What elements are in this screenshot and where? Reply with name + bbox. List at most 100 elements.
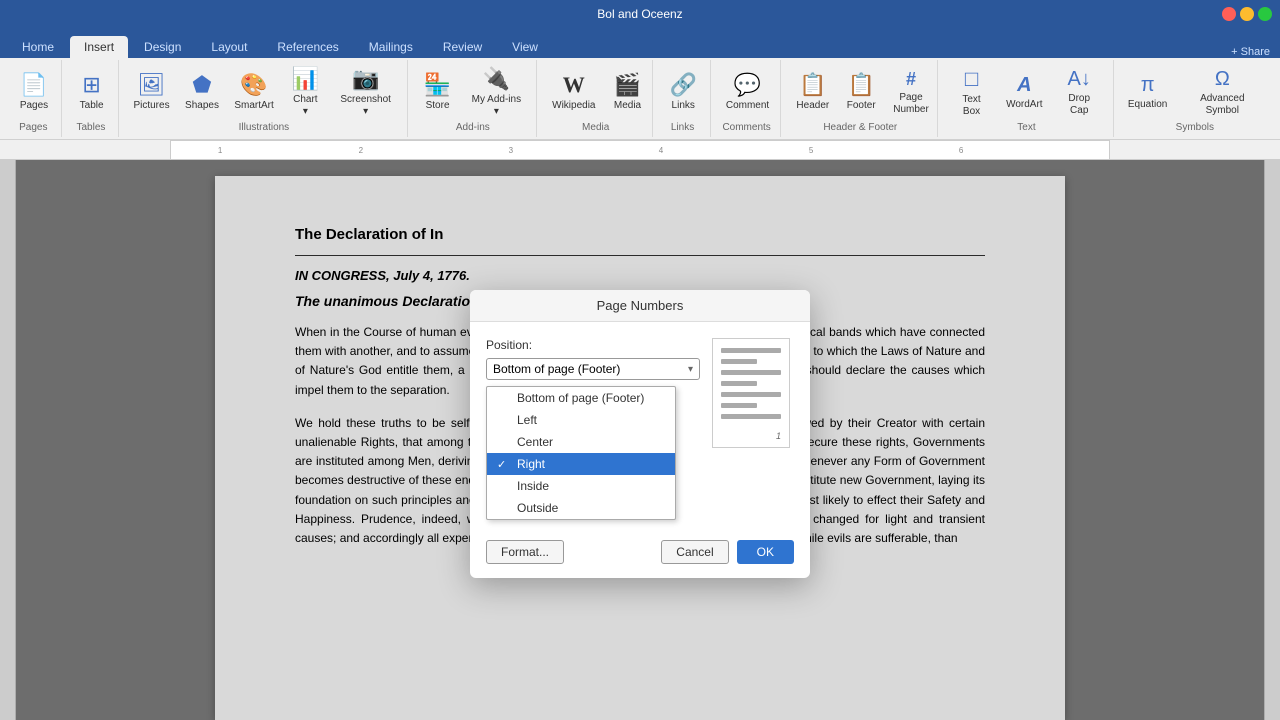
share-button[interactable]: + Share (1231, 46, 1270, 58)
header-label: Header (796, 100, 829, 112)
ribbon-group-pages: 📄 Pages Pages (6, 60, 62, 137)
chart-icon: 📊 (292, 66, 319, 92)
tab-home[interactable]: Home (8, 36, 68, 58)
dropdown-inside-label: Inside (517, 479, 549, 493)
drop-cap-icon: A↓ (1068, 68, 1091, 91)
dialog-title-bar: Page Numbers (470, 290, 810, 322)
dropdown-left-label: Left (517, 413, 537, 427)
links-group-label: Links (661, 122, 704, 135)
textbox-button[interactable]: □ Text Box (946, 62, 997, 122)
tab-insert[interactable]: Insert (70, 36, 128, 58)
media-group-label: Media (545, 122, 646, 135)
maximize-button[interactable] (1258, 7, 1272, 21)
equation-label: Equation (1128, 99, 1167, 111)
smartart-icon: 🎨 (240, 72, 267, 98)
checkmark-inside (497, 480, 511, 492)
textbox-icon: □ (965, 66, 978, 92)
header-icon: 📋 (799, 72, 826, 98)
page-number-label: PageNumber (893, 92, 929, 116)
preview-line-6 (721, 403, 757, 408)
links-button[interactable]: 🔗 Links (661, 62, 705, 122)
tables-group-label: Tables (70, 122, 113, 135)
select-arrow-icon: ▾ (688, 364, 693, 375)
format-button[interactable]: Format... (486, 540, 564, 564)
tab-references[interactable]: References (263, 36, 352, 58)
pages-button[interactable]: 📄 Pages (12, 62, 56, 122)
media-button[interactable]: 🎬 Media (605, 62, 649, 122)
dropdown-item-inside[interactable]: Inside (487, 475, 675, 497)
page-number-button[interactable]: # PageNumber (886, 62, 936, 122)
ok-button[interactable]: OK (737, 540, 794, 564)
symbol-icon: Ω (1215, 68, 1230, 91)
drop-cap-label: Drop Cap (1059, 93, 1100, 117)
checkmark-footer (497, 392, 511, 404)
ribbon-group-comments: 💬 Comment Comments (713, 60, 782, 137)
hf-group-label: Header & Footer (789, 122, 931, 135)
dialog-footer-left: Format... (486, 540, 564, 564)
pictures-button[interactable]: 🖼 Pictures (127, 62, 176, 122)
table-button[interactable]: ⊞ Table (70, 62, 114, 122)
dropdown-footer-label: Bottom of page (Footer) (517, 391, 644, 405)
comments-group-label: Comments (719, 122, 775, 135)
pictures-icon: 🖼 (138, 72, 166, 98)
symbol-button[interactable]: Ω Advanced Symbol (1177, 62, 1268, 122)
shapes-icon: ⬟ (192, 72, 211, 98)
wordart-button[interactable]: A WordArt (1000, 62, 1049, 122)
dialog-footer-right: Cancel OK (661, 540, 794, 564)
store-label: Store (426, 100, 450, 112)
tab-view[interactable]: View (498, 36, 552, 58)
ribbon-group-links: 🔗 Links Links (655, 60, 711, 137)
footer-icon: 📋 (848, 72, 875, 98)
chart-button[interactable]: 📊 Chart ▾ (283, 62, 328, 122)
ribbon-group-text: □ Text Box A WordArt A↓ Drop Cap Text (940, 60, 1113, 137)
wikipedia-icon: W (563, 72, 585, 98)
comment-label: Comment (726, 100, 769, 112)
tab-review[interactable]: Review (429, 36, 496, 58)
ribbon-group-symbols: π Equation Ω Advanced Symbol Symbols (1116, 60, 1274, 137)
store-icon: 🏪 (424, 72, 451, 98)
wikipedia-button[interactable]: W Wikipedia (545, 62, 602, 122)
illustrations-group-label: Illustrations (127, 122, 400, 135)
smartart-button[interactable]: 🎨 SmartArt (228, 62, 280, 122)
tab-design[interactable]: Design (130, 36, 195, 58)
close-button[interactable] (1222, 7, 1236, 21)
preview-line-3 (721, 370, 781, 375)
addins-group-label: Add-ins (416, 122, 531, 135)
dropdown-center-label: Center (517, 435, 553, 449)
page-numbers-dialog: Page Numbers Position: Bottom of page (F… (470, 290, 810, 578)
pages-label: Pages (20, 100, 48, 112)
cancel-button[interactable]: Cancel (661, 540, 728, 564)
store-button[interactable]: 🏪 Store (416, 62, 460, 122)
screenshot-button[interactable]: 📷 Screenshot ▾ (331, 62, 401, 122)
ribbon-group-media: W Wikipedia 🎬 Media Media (539, 60, 653, 137)
position-dropdown: Bottom of page (Footer) Left Center ✓ (486, 386, 676, 520)
tab-layout[interactable]: Layout (197, 36, 261, 58)
table-icon: ⊞ (82, 72, 100, 98)
app-title: Bol and Oceenz (597, 7, 682, 21)
dropdown-item-left[interactable]: Left (487, 409, 675, 431)
my-addins-icon: 🔌 (483, 66, 510, 92)
my-addins-button[interactable]: 🔌 My Add-ins ▾ (463, 62, 531, 122)
symbol-label: Advanced Symbol (1184, 93, 1261, 117)
minimize-button[interactable] (1240, 7, 1254, 21)
dropdown-item-right[interactable]: ✓ Right (487, 453, 675, 475)
dropdown-item-outside[interactable]: Outside (487, 497, 675, 519)
ribbon-group-illustrations: 🖼 Pictures ⬟ Shapes 🎨 SmartArt 📊 Chart ▾… (121, 60, 407, 137)
dialog-content: Position: Bottom of page (Footer) ▾ Bott… (470, 322, 810, 532)
shapes-button[interactable]: ⬟ Shapes (179, 62, 225, 122)
checkmark-outside (497, 502, 511, 514)
dropdown-item-footer[interactable]: Bottom of page (Footer) (487, 387, 675, 409)
header-button[interactable]: 📋 Header (789, 62, 836, 122)
dropdown-right-label: Right (517, 457, 545, 471)
drop-cap-button[interactable]: A↓ Drop Cap (1052, 62, 1107, 122)
dropdown-item-center[interactable]: Center (487, 431, 675, 453)
preview-page-number: 1 (776, 431, 781, 441)
tab-mailings[interactable]: Mailings (355, 36, 427, 58)
media-label: Media (614, 100, 641, 112)
comment-button[interactable]: 💬 Comment (719, 62, 776, 122)
pictures-label: Pictures (133, 100, 169, 112)
equation-button[interactable]: π Equation (1122, 62, 1174, 122)
footer-button[interactable]: 📋 Footer (839, 62, 883, 122)
position-value: Bottom of page (Footer) (493, 362, 620, 376)
position-select[interactable]: Bottom of page (Footer) ▾ (486, 358, 700, 380)
